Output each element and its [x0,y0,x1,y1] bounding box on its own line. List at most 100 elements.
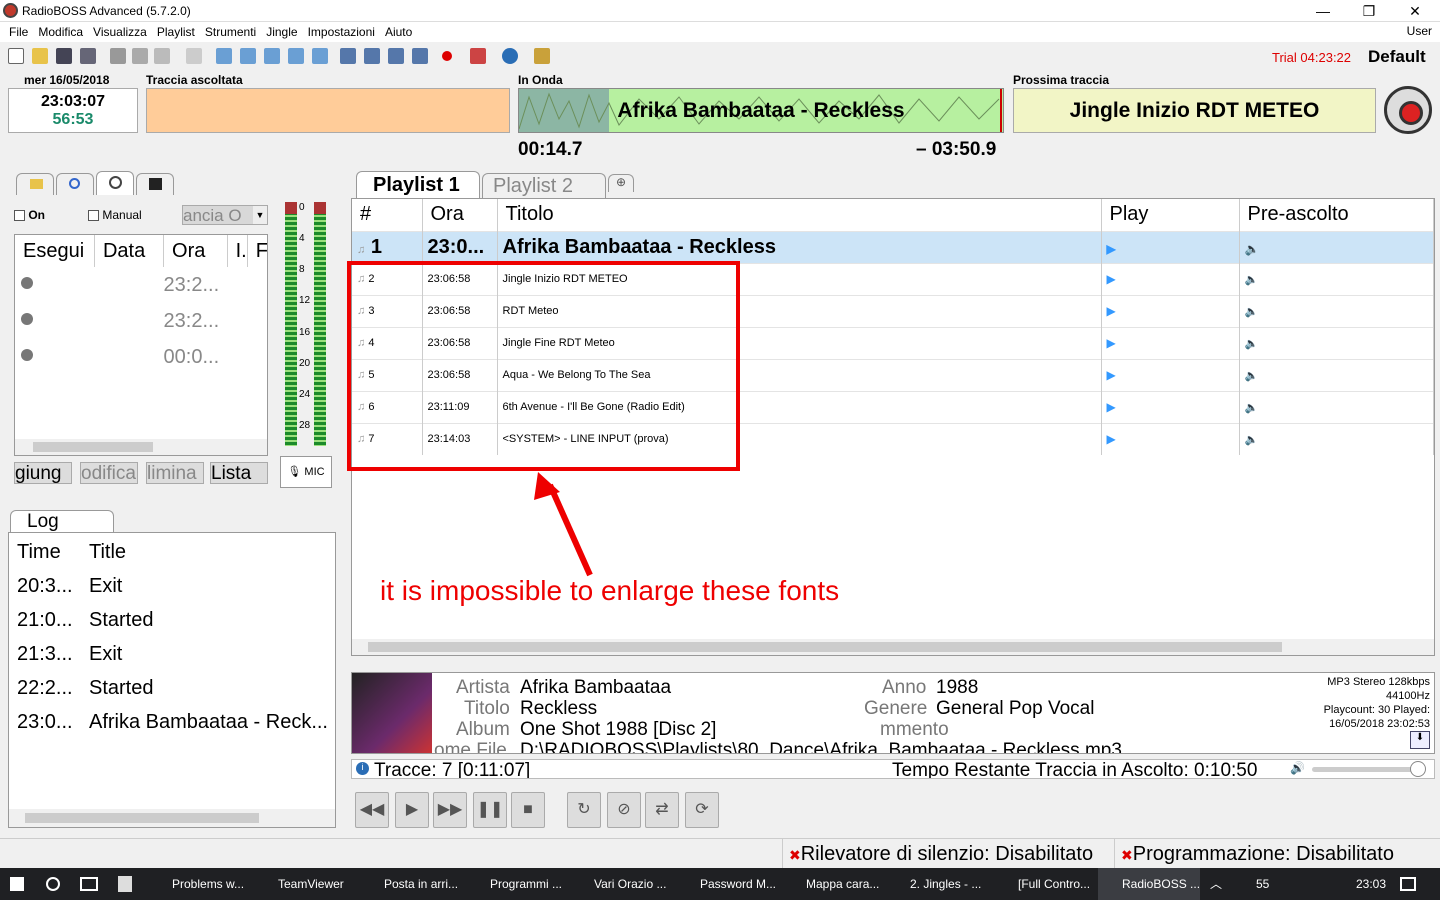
maximize-button[interactable]: ❐ [1346,0,1392,22]
task-vari-orazio[interactable]: Vari Orazio ... [570,868,666,900]
menu-playlist[interactable]: Playlist [152,22,200,42]
tab-playlist-2[interactable]: Playlist 2 [482,173,606,199]
horizontal-scrollbar[interactable] [15,439,267,455]
log-col-time[interactable]: Time [17,541,61,564]
task-programmi[interactable]: Programmi ... [466,868,562,900]
save-all-icon[interactable] [80,48,96,64]
search-tab-icon[interactable] [56,173,94,195]
preview-icon[interactable]: 🔈 [1245,338,1259,350]
log-tab[interactable]: Log [10,510,114,534]
col-i[interactable]: I. [227,235,248,267]
menu-jingle[interactable]: Jingle [261,22,302,42]
col-titolo[interactable]: Titolo [497,199,1102,231]
copy-icon[interactable] [132,48,148,64]
play-icon[interactable]: ▶ [1107,242,1116,256]
stats-icon[interactable] [470,48,486,64]
view3-icon[interactable] [264,48,280,64]
windows-start-icon[interactable] [10,877,24,891]
list-item[interactable]: 23:2... [15,267,267,303]
open-icon[interactable] [32,48,48,64]
pause-button[interactable]: ❚❚ [473,792,507,828]
task-view-icon[interactable] [80,877,98,891]
col-esegui[interactable]: Esegui [15,235,95,267]
disable-button[interactable]: ⊘ [607,792,641,828]
stop-button[interactable]: ■ [511,792,545,828]
play-icon[interactable]: ▶ [1107,272,1116,286]
add-button[interactable]: giung [14,462,72,484]
download-icon[interactable]: ⬇ [1410,731,1430,749]
view1-icon[interactable] [216,48,232,64]
shuffle-button[interactable]: ⇄ [645,792,679,828]
menu-impostazioni[interactable]: Impostazioni [303,22,380,42]
view4-icon[interactable] [288,48,304,64]
preview-icon[interactable]: 🔈 [1245,434,1259,446]
globe-icon[interactable] [502,48,518,64]
scheduler-combo[interactable]: ancia O ▼ [182,205,268,225]
search-icon[interactable] [46,877,60,891]
list-button[interactable]: Lista [210,462,268,484]
col-ora[interactable]: Ora [422,199,498,231]
preview-icon[interactable]: 🔈 [1245,370,1259,382]
col-ora[interactable]: Ora [163,235,228,267]
notification-icon[interactable] [1400,877,1416,891]
speaker-icon[interactable] [1384,86,1432,134]
play-icon[interactable]: ▶ [1107,400,1116,414]
view2-icon[interactable] [240,48,256,64]
col-f[interactable]: F [247,235,267,267]
play-icon[interactable]: ▶ [1107,368,1116,382]
menu-aiuto[interactable]: Aiuto [380,22,417,42]
preview-icon[interactable]: 🔈 [1245,306,1259,318]
view5-icon[interactable] [312,48,328,64]
paste-icon[interactable] [154,48,170,64]
list-item[interactable]: 23:2... [15,303,267,339]
undo-icon[interactable] [186,48,202,64]
col-data[interactable]: Data [94,235,165,267]
loop-button[interactable]: ⟳ [685,792,719,828]
menu-strumenti[interactable]: Strumenti [200,22,261,42]
task-password[interactable]: Password M... [676,868,776,900]
insert-icon[interactable] [340,48,356,64]
edit-button[interactable]: odifica [80,462,138,484]
log-list[interactable]: Time Title 20:3... Exit 21:0... Started … [8,532,336,828]
log-col-title[interactable]: Title [89,541,126,564]
task-mail[interactable]: Posta in arri... [360,868,458,900]
horizontal-scrollbar[interactable] [352,639,1434,655]
task-teamviewer[interactable]: TeamViewer [254,868,344,900]
play-button[interactable]: ▶ [395,792,429,828]
preview-icon[interactable]: 🔈 [1245,274,1259,286]
playlist-gen-icon[interactable] [364,48,380,64]
tray-clock[interactable]: 23:03 [1356,868,1386,900]
close-button[interactable]: ✕ [1392,0,1438,22]
task-mappa[interactable]: Mappa cara... [782,868,879,900]
mic-button[interactable]: 🎙 MIC [280,456,332,488]
task-full-control[interactable]: [Full Contro... [994,868,1090,900]
manual-checkbox[interactable]: Manual [88,208,142,222]
col-preascolto[interactable]: Pre-ascolto [1239,199,1434,231]
playlist-tools-icon[interactable] [388,48,404,64]
tab-playlist-1[interactable]: Playlist 1 [356,171,480,199]
previous-button[interactable]: ◀◀ [355,792,389,828]
menu-file[interactable]: File [4,22,33,42]
scheduler-status[interactable]: ✖Programmazione: Disabilitato [1114,839,1394,869]
preview-icon[interactable]: 🔈 [1245,402,1259,414]
task-radioboss[interactable]: RadioBOSS ... [1098,868,1200,900]
preview-icon[interactable]: 🔈 [1245,242,1260,256]
delete-button[interactable]: limina [146,462,204,484]
task-jingles[interactable]: 2. Jingles - ... [886,868,981,900]
play-icon[interactable]: ▶ [1107,304,1116,318]
next-button[interactable]: ▶▶ [433,792,467,828]
onair-waveform[interactable]: Afrika Bambaataa - Reckless [518,88,1004,133]
calendar-tab-icon[interactable] [136,173,174,195]
cut-icon[interactable] [110,48,126,64]
table-row[interactable]: ♫ 1 23:0... Afrika Bambaataa - Reckless ▶ 🔈 [352,230,1434,263]
volume-slider[interactable] [1312,761,1426,777]
repeat-button[interactable]: ↻ [567,792,601,828]
new-icon[interactable] [8,48,24,64]
user-label[interactable]: User [1407,24,1432,38]
minimize-button[interactable]: — [1300,0,1346,22]
chevron-up-icon[interactable]: ︿ [1210,868,1222,900]
play-icon[interactable]: ▶ [1107,432,1116,446]
record-icon[interactable] [442,51,452,61]
horizontal-scrollbar[interactable] [9,809,335,827]
scheduler-list[interactable]: Esegui Data Ora I. F 23:2... 23:2... 00:… [14,234,268,456]
